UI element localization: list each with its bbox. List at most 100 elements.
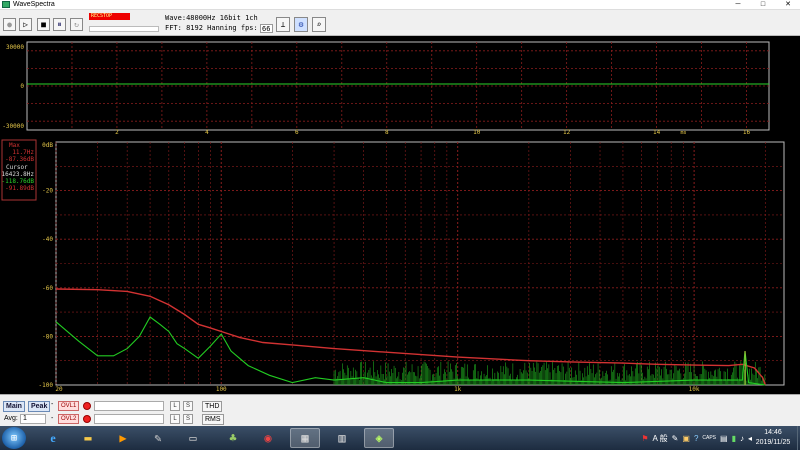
readout-cursor-label: Cursor: [6, 164, 28, 171]
taskbar-ie[interactable]: e: [38, 428, 68, 448]
spectrum-y-tick-3: -60: [42, 285, 53, 292]
ime-indicator[interactable]: A 般: [653, 433, 668, 444]
windows-logo-icon: ⊞: [10, 432, 18, 444]
stop-button[interactable]: ■: [37, 18, 50, 31]
readout-cursor-level1: -118.76dB: [1, 178, 34, 185]
taskbar-chrome[interactable]: ◉: [253, 428, 283, 448]
waveform-frame: [26, 41, 770, 131]
separator-dash: -: [51, 401, 54, 408]
s-button-1[interactable]: S: [183, 401, 193, 411]
record-button[interactable]: ●: [3, 18, 16, 31]
stop-icon: ■: [41, 19, 46, 29]
system-tray: ⚑ A 般 ✎ ▣ ? CAPS ▤ ▮ ♪ ◂: [641, 428, 752, 448]
loop-icon: ↻: [74, 19, 79, 29]
snapshot-button[interactable]: ⊥: [276, 17, 290, 32]
loop-button[interactable]: ↻: [70, 18, 83, 31]
taskbar-app-10[interactable]: ◈: [364, 428, 394, 448]
wavespectra-icon: ▦: [301, 431, 309, 445]
spectrum-x-tick-1: 100: [216, 386, 227, 393]
volume-icon[interactable]: ♪: [740, 434, 744, 443]
close-button[interactable]: ✕: [776, 0, 800, 10]
spectrum-y-tick-4: -80: [42, 333, 53, 340]
spectrum-x-tick-0: 20: [55, 386, 63, 393]
l-button-1[interactable]: L: [170, 401, 180, 411]
minimize-button[interactable]: ─: [726, 0, 750, 10]
waveform-panel[interactable]: 30000 0 -30000 2 4 6 8 10 12 14 16 ms: [2, 41, 770, 136]
waveform-x-tick-1: 4: [205, 129, 209, 136]
taskbar-app-4[interactable]: ✎: [143, 428, 173, 448]
waveform-x-tick-2: 6: [295, 129, 299, 136]
tool-tray-icon[interactable]: ▣: [682, 434, 690, 443]
pause-button[interactable]: ⏸: [53, 18, 66, 31]
fft-info: FFT: 8192 Hanning: [165, 24, 237, 32]
network-icon[interactable]: ▤: [720, 434, 728, 443]
readout-cursor-freq: 16423.8Hz: [1, 171, 34, 178]
spectrum-y-tick-0: 0dB: [42, 142, 53, 149]
rms-button[interactable]: RMS: [202, 414, 224, 425]
network-people-icon: ♣: [229, 431, 237, 445]
peak-button[interactable]: Peak: [28, 401, 51, 412]
snapshot-icon: ⊥: [280, 20, 286, 29]
caps-indicator: CAPS: [702, 435, 717, 441]
chrome-icon: ◉: [264, 431, 272, 445]
start-button[interactable]: ⊞: [2, 427, 26, 449]
taskbar-explorer[interactable]: ▬: [73, 428, 103, 448]
waveform-x-tick-5: 12: [563, 129, 571, 136]
pause-icon: ⏸: [57, 19, 62, 29]
ime-pad-icon[interactable]: ✎: [672, 434, 679, 443]
waveform-x-tick-0: 2: [115, 129, 119, 136]
plots-area: 30000 0 -30000 2 4 6 8 10 12 14 16 ms 0dB -20 -40 -60…: [0, 37, 800, 394]
l-button-2[interactable]: L: [170, 414, 180, 424]
taskbar-wavespectra[interactable]: ▦: [290, 428, 320, 448]
taskbar-app-5[interactable]: ▭: [178, 428, 208, 448]
readout-max-level: -87.36dB: [5, 156, 34, 163]
separator-dash-2: -: [51, 415, 54, 422]
clock-date: 2019/11/25: [755, 439, 791, 446]
spectrum-panel[interactable]: 0dB -20 -40 -60 -80 -100 20 100 1k 10k: [39, 141, 785, 393]
zoom-button[interactable]: ⌕: [312, 17, 326, 32]
title-bar: WaveSpectra ─ □ ✕: [0, 0, 800, 10]
toolbar: ● ▷ ■ ⏸ ↻ RECSTOP Wave:48000Hz 16bit 1ch…: [0, 10, 800, 36]
clock[interactable]: 14:46 2019/11/25: [750, 428, 796, 448]
taskbar-wavegene[interactable]: ▥: [327, 428, 357, 448]
battery-icon[interactable]: ▮: [732, 434, 736, 443]
main-button[interactable]: Main: [3, 401, 25, 412]
waveform-y-tick-1: 0: [20, 83, 24, 90]
spectrum-y-tick-1: -20: [42, 188, 53, 195]
plots-svg: 30000 0 -30000 2 4 6 8 10 12 14 16 ms 0dB -20 -40 -60…: [1, 41, 785, 393]
help-icon[interactable]: ?: [694, 434, 698, 443]
settings-icon: ⚙: [298, 20, 304, 29]
display-icon: ▭: [189, 431, 197, 445]
media-player-icon: ▶: [119, 431, 127, 445]
ovl1-indicator: OVL1: [58, 401, 80, 411]
spectrum-x-tick-3: 10k: [689, 386, 700, 393]
spectrum-x-tick-2: 1k: [454, 386, 462, 393]
avg-select[interactable]: 1: [20, 414, 46, 424]
record-icon: ●: [7, 19, 12, 29]
ovl2-indicator: OVL2: [58, 414, 80, 424]
flag-icon[interactable]: ⚑: [641, 434, 648, 443]
settings-button[interactable]: ⚙: [294, 17, 308, 32]
taskbar-app-6[interactable]: ♣: [218, 428, 248, 448]
spectrum-y-tick-2: -40: [42, 236, 53, 243]
avg-label: Avg:: [4, 415, 18, 422]
play-icon: ▷: [23, 19, 28, 29]
taskbar-media[interactable]: ▶: [108, 428, 138, 448]
waveform-y-tick-2: -30000: [2, 123, 24, 130]
readout-max-label: Max: [9, 142, 20, 149]
ovl2-field: [94, 414, 164, 424]
position-slider[interactable]: [89, 26, 159, 32]
folder-icon: ▬: [84, 431, 92, 445]
waveform-y-tick-0: 30000: [6, 44, 24, 51]
clock-time: 14:46: [764, 429, 782, 436]
maximize-button[interactable]: □: [751, 0, 775, 10]
play-button[interactable]: ▷: [19, 18, 32, 31]
thd-button[interactable]: THD: [202, 401, 223, 412]
readout-max-freq: 11.7Hz: [12, 149, 34, 156]
stop-indicator: RECSTOP: [89, 13, 130, 20]
internet-explorer-icon: e: [50, 430, 56, 445]
fps-field[interactable]: 66: [260, 24, 273, 33]
tool-icon: ◈: [375, 431, 383, 445]
s-button-2[interactable]: S: [183, 414, 193, 424]
readout-box: Max 11.7Hz -87.36dB Cursor 16423.8Hz -11…: [1, 139, 37, 201]
